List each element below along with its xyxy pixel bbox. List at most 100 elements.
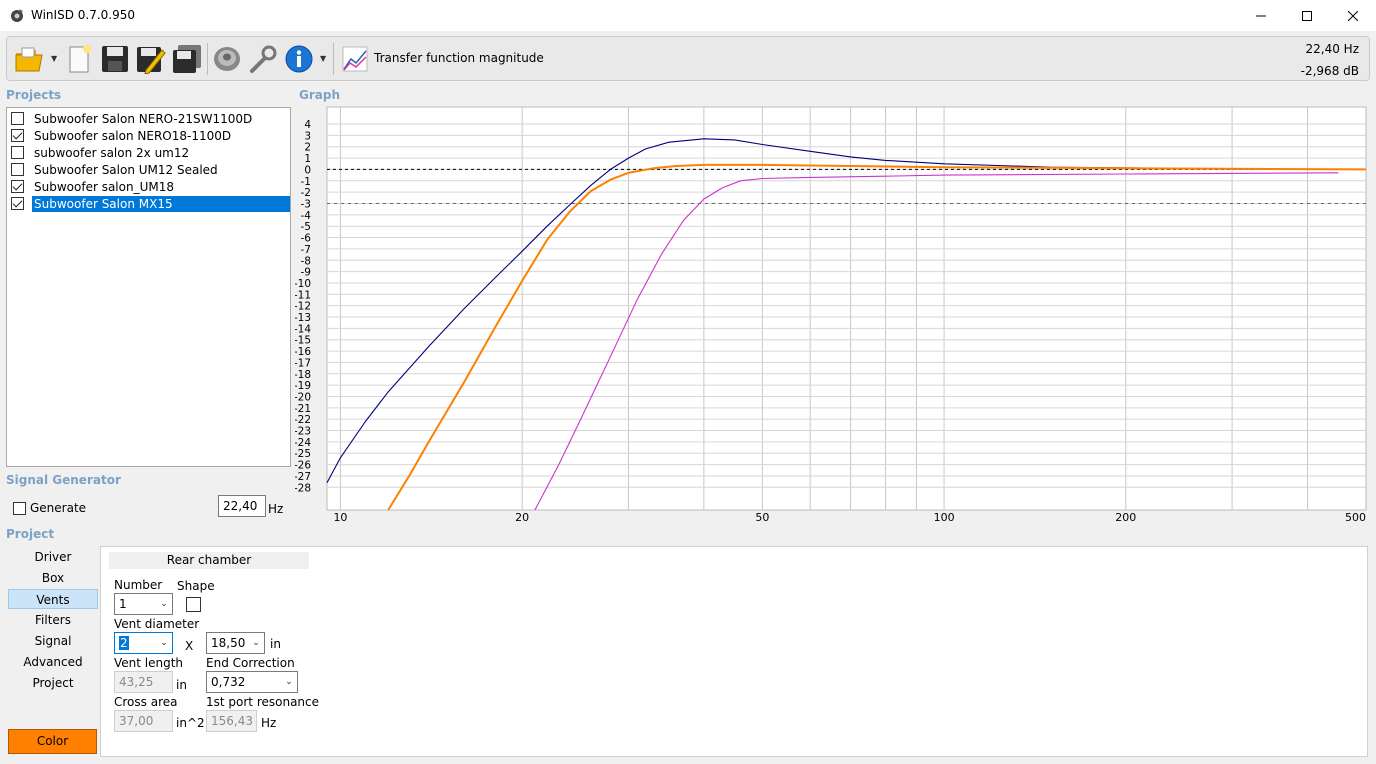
x-tick-label: 500 (1345, 511, 1366, 524)
graph-heading: Graph (299, 88, 340, 102)
edit-button[interactable] (135, 42, 167, 76)
project-checkbox[interactable] (11, 163, 24, 176)
cross-area-unit: in^2 (176, 716, 205, 730)
list-item[interactable]: Subwoofer Salon MX15 (9, 195, 290, 212)
y-tick-label: -16 (295, 346, 311, 358)
list-item[interactable]: Subwoofer Salon NERO-21SW1100D (9, 110, 290, 127)
open-button[interactable] (13, 42, 45, 76)
open-dropdown-icon[interactable]: ▼ (51, 54, 57, 63)
shape-label: Shape (177, 579, 215, 593)
list-item[interactable]: Subwoofer salon_UM18 (9, 178, 290, 195)
nav-driver[interactable]: Driver (8, 547, 98, 567)
app-icon (9, 7, 25, 23)
y-tick-label: -6 (301, 233, 312, 245)
tab-rear-chamber[interactable]: Rear chamber (109, 552, 309, 569)
end-correction-label: End Correction (206, 656, 295, 670)
nav-advanced[interactable]: Advanced (8, 652, 98, 672)
vent-length-field: 43,25 (114, 671, 173, 693)
end-correction-select[interactable]: 0,732 ⌄ (206, 671, 298, 693)
maximize-button[interactable] (1284, 0, 1330, 31)
generator-frequency-input[interactable]: 22,40 (218, 495, 266, 517)
graph-icon (342, 46, 368, 72)
vents-panel (100, 546, 1368, 757)
generate-checkbox-row[interactable]: Generate (13, 501, 86, 515)
generator-frequency-unit: Hz (268, 502, 284, 516)
nav-signal[interactable]: Signal (8, 631, 98, 651)
vent-size-select[interactable]: 18,50 ⌄ (206, 632, 265, 654)
project-label: Subwoofer salon_UM18 (34, 179, 174, 194)
info-button[interactable] (283, 42, 315, 76)
save-button[interactable] (99, 42, 131, 76)
cross-area-label: Cross area (114, 695, 178, 709)
driver-button[interactable] (211, 42, 243, 76)
nav-box[interactable]: Box (8, 568, 98, 588)
driver-icon (214, 47, 240, 71)
y-tick-label: -28 (295, 482, 311, 494)
info-dropdown-icon[interactable]: ▼ (320, 54, 326, 63)
y-tick-label: 3 (304, 130, 311, 142)
shape-checkbox[interactable] (186, 597, 201, 612)
vent-diameter-value: 2 (119, 636, 129, 650)
y-tick-label: -13 (295, 312, 311, 324)
window-title: WinISD 0.7.0.950 (31, 8, 136, 22)
minimize-button[interactable] (1238, 0, 1284, 31)
nav-vents[interactable]: Vents (8, 589, 98, 609)
response-graph[interactable]: 43210-1-2-3-4-5-6-7-8-9-10-11-12-13-14-1… (295, 103, 1370, 528)
x-tick-label: 200 (1115, 511, 1136, 524)
number-value: 1 (119, 597, 127, 611)
projects-heading: Projects (6, 88, 62, 102)
tools-button[interactable] (247, 42, 279, 76)
vent-diameter-select[interactable]: 2 ⌄ (114, 632, 173, 654)
info-icon (285, 45, 313, 73)
vent-size-value: 18,50 (211, 636, 246, 650)
close-icon (1348, 10, 1358, 21)
frequency-readout: 22,40 Hz (1305, 42, 1360, 56)
x-tick-label: 20 (515, 511, 529, 524)
list-item[interactable]: Subwoofer Salon UM12 Sealed (9, 161, 290, 178)
project-label: Subwoofer salon NERO18-1100D (34, 128, 232, 143)
chevron-down-icon: ⌄ (252, 638, 260, 648)
y-tick-label: 0 (304, 164, 311, 176)
new-button[interactable] (63, 42, 95, 76)
open-icon (15, 47, 43, 72)
y-tick-label: -15 (295, 335, 311, 347)
toolbar: ▼ ▼ Transfer function magnitude 22,40 Hz… (6, 36, 1370, 81)
number-select[interactable]: 1 ⌄ (114, 593, 173, 615)
chevron-down-icon: ⌄ (160, 638, 168, 648)
save-all-button[interactable] (171, 42, 203, 76)
graph-type-button[interactable] (339, 42, 371, 76)
number-label: Number (114, 578, 163, 592)
chevron-down-icon: ⌄ (285, 677, 293, 687)
project-checkbox[interactable] (11, 129, 24, 142)
y-tick-label: -25 (295, 448, 311, 460)
save-icon (102, 46, 128, 72)
y-tick-label: -14 (295, 323, 311, 335)
y-tick-label: -22 (295, 414, 311, 426)
nav-filters[interactable]: Filters (8, 610, 98, 630)
end-correction-value: 0,732 (211, 675, 246, 689)
x-tick-label: 100 (934, 511, 955, 524)
project-label: Subwoofer Salon UM12 Sealed (34, 162, 218, 177)
y-tick-label: -10 (295, 278, 311, 290)
close-button[interactable] (1330, 0, 1376, 31)
list-item[interactable]: Subwoofer salon NERO18-1100D (9, 127, 290, 144)
signal-generator-heading: Signal Generator (6, 473, 121, 487)
y-tick-label: -12 (295, 301, 311, 313)
y-tick-label: -3 (301, 198, 311, 210)
x-axis: 10 20 50 100 200 500 (333, 511, 1366, 524)
color-button[interactable]: Color (8, 729, 97, 754)
project-checkbox[interactable] (11, 180, 24, 193)
plot-area (326, 106, 1367, 511)
project-checkbox[interactable] (11, 112, 24, 125)
nav-project[interactable]: Project (8, 673, 98, 693)
y-tick-label: -2 (301, 187, 311, 199)
y-tick-label: 2 (304, 142, 311, 154)
title-bar (0, 0, 1376, 31)
generate-checkbox[interactable] (13, 501, 26, 515)
graph-title: Transfer function magnitude (374, 51, 544, 65)
port-resonance-unit: Hz (261, 716, 277, 730)
list-item[interactable]: subwoofer salon 2x um12 (9, 144, 290, 161)
project-checkbox[interactable] (11, 197, 24, 210)
project-checkbox[interactable] (11, 146, 24, 159)
y-tick-label: 1 (304, 153, 311, 165)
